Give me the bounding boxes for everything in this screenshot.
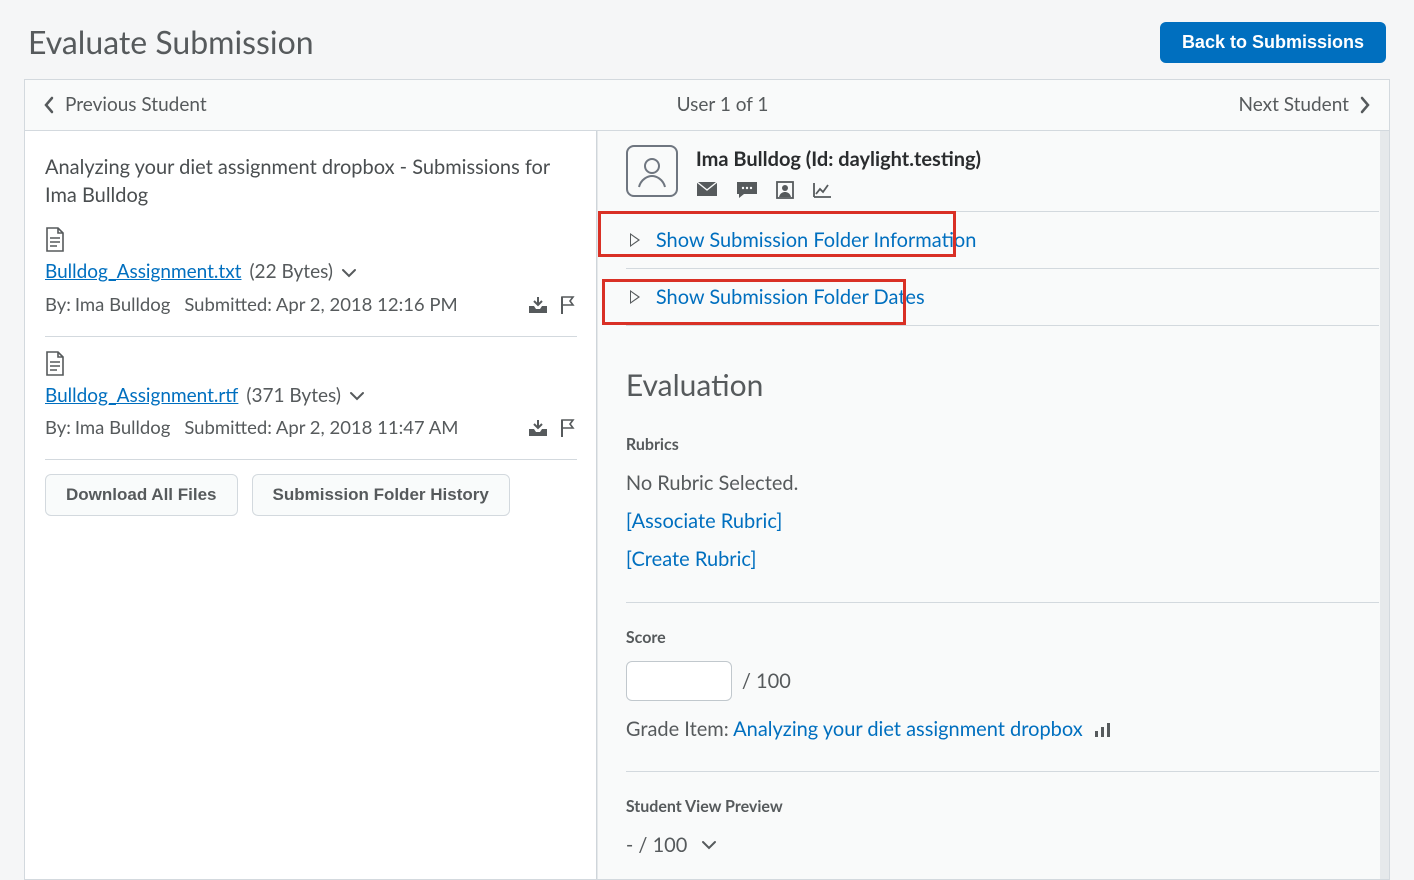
page-title: Evaluate Submission: [28, 20, 314, 65]
chevron-down-icon[interactable]: [701, 839, 717, 851]
previous-student-button[interactable]: Previous Student: [43, 92, 207, 119]
user-position: User 1 of 1: [677, 92, 769, 119]
score-input[interactable]: [626, 661, 732, 701]
avatar: [626, 145, 678, 197]
submission-history-button[interactable]: Submission Folder History: [252, 474, 510, 516]
stats-icon[interactable]: [1094, 722, 1112, 738]
preview-value: - / 100: [626, 831, 688, 859]
chevron-right-icon: [1359, 96, 1371, 114]
chevron-down-icon[interactable]: [349, 390, 365, 402]
next-student-label: Next Student: [1238, 92, 1349, 119]
evaluation-heading: Evaluation: [626, 364, 1379, 406]
submissions-panel: Analyzing your diet assignment dropbox -…: [25, 131, 598, 878]
grade-item-link[interactable]: Analyzing your diet assignment dropbox: [733, 717, 1083, 741]
person-icon: [634, 153, 670, 189]
document-icon: [45, 351, 65, 377]
evaluation-panel: Ima Bulldog (Id: daylight.testing) Show …: [598, 131, 1389, 878]
flag-icon[interactable]: [559, 295, 577, 315]
rubrics-label: Rubrics: [626, 434, 1379, 456]
score-denominator: / 100: [742, 667, 791, 695]
progress-icon[interactable]: [812, 181, 832, 199]
back-to-submissions-button[interactable]: Back to Submissions: [1160, 22, 1386, 63]
show-folder-info-link[interactable]: Show Submission Folder Information: [656, 226, 977, 254]
submitted-label: Submitted:: [184, 415, 272, 441]
submitted-value: Apr 2, 2018 11:47 AM: [276, 415, 459, 441]
submitted-label: Submitted:: [184, 292, 272, 318]
previous-student-label: Previous Student: [65, 92, 207, 119]
create-rubric-link[interactable]: [Create Rubric]: [626, 547, 757, 571]
associate-rubric-link[interactable]: [Associate Rubric]: [626, 509, 783, 533]
no-rubric-text: No Rubric Selected.: [626, 469, 1379, 497]
expand-triangle-icon[interactable]: [630, 290, 640, 304]
by-value: Ima Bulldog: [75, 292, 170, 318]
chevron-down-icon[interactable]: [341, 267, 357, 279]
by-label: By:: [45, 292, 71, 318]
profile-icon[interactable]: [776, 181, 794, 199]
next-student-button[interactable]: Next Student: [1238, 92, 1371, 119]
submissions-heading: Analyzing your diet assignment dropbox -…: [45, 153, 577, 209]
file-size: (22 Bytes): [249, 259, 333, 286]
submission-file: Bulldog_Assignment.rtf (371 Bytes) By: I…: [45, 351, 577, 460]
submission-file: Bulldog_Assignment.txt (22 Bytes) By: Im…: [45, 227, 577, 336]
expand-triangle-icon[interactable]: [630, 233, 640, 247]
score-label: Score: [626, 627, 1379, 649]
email-icon[interactable]: [696, 181, 718, 197]
inbox-icon[interactable]: [527, 295, 549, 315]
inbox-icon[interactable]: [527, 418, 549, 438]
grade-item-label: Grade Item:: [626, 717, 729, 741]
by-label: By:: [45, 415, 71, 441]
show-folder-dates-link[interactable]: Show Submission Folder Dates: [656, 283, 925, 311]
by-value: Ima Bulldog: [75, 415, 170, 441]
file-name-link[interactable]: Bulldog_Assignment.txt: [45, 259, 241, 286]
document-icon: [45, 227, 65, 253]
file-name-link[interactable]: Bulldog_Assignment.rtf: [45, 383, 238, 410]
preview-label: Student View Preview: [626, 796, 1379, 818]
chat-icon[interactable]: [736, 181, 758, 199]
download-all-button[interactable]: Download All Files: [45, 474, 238, 516]
file-size: (371 Bytes): [246, 383, 341, 410]
chevron-left-icon: [43, 96, 55, 114]
student-nav-strip: Previous Student User 1 of 1 Next Studen…: [24, 79, 1390, 131]
flag-icon[interactable]: [559, 418, 577, 438]
user-name: Ima Bulldog (Id: daylight.testing): [696, 145, 981, 173]
submitted-value: Apr 2, 2018 12:16 PM: [276, 292, 458, 318]
